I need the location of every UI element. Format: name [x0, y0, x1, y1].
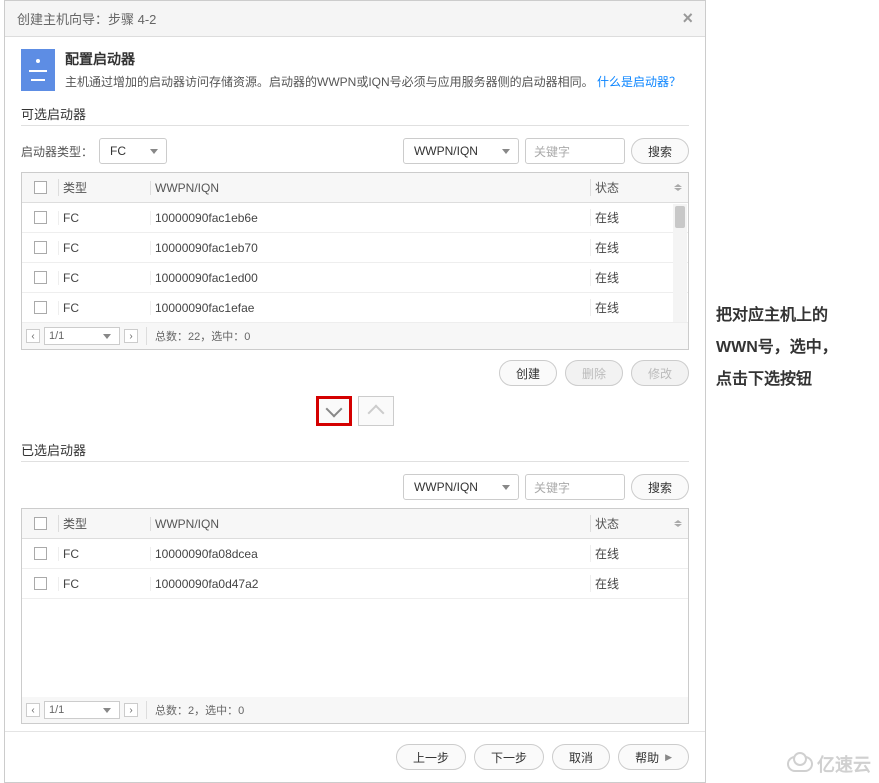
page-next-button[interactable]: › [124, 703, 138, 717]
selected-summary: 总数：2，选中：0 [155, 702, 244, 718]
move-up-button[interactable] [358, 396, 394, 426]
modify-button[interactable]: 修改 [631, 360, 689, 386]
row-checkbox[interactable] [34, 547, 47, 560]
available-actions: 创建 删除 修改 [5, 350, 705, 392]
selected-section-title: 已选启动器 [5, 436, 705, 461]
cloud-icon [787, 756, 813, 772]
chevron-down-icon [103, 708, 111, 713]
available-pager: ‹ 1/1 › 总数：22，选中：0 [22, 323, 688, 349]
col-type[interactable]: 类型 [58, 515, 150, 532]
page-select[interactable]: 1/1 [44, 701, 120, 719]
chevron-down-icon [502, 149, 510, 154]
title-bar: 创建主机向导：步骤 4-2 × [5, 1, 705, 37]
close-icon[interactable]: × [682, 8, 693, 29]
page-prev-button[interactable]: ‹ [26, 703, 40, 717]
prev-step-button[interactable]: 上一步 [396, 744, 466, 770]
next-step-button[interactable]: 下一步 [474, 744, 544, 770]
available-search-button[interactable]: 搜索 [631, 138, 689, 164]
info-bar: 配置启动器 主机通过增加的启动器访问存储资源。启动器的WWPN或IQN号必须与应… [5, 37, 705, 100]
available-toolbar: 启动器类型： FC WWPN/IQN 关键字 搜索 [5, 134, 705, 172]
col-status[interactable]: 状态 [590, 515, 670, 532]
row-checkbox[interactable] [34, 271, 47, 284]
chevron-down-icon [150, 149, 158, 154]
select-all-checkbox[interactable] [34, 181, 47, 194]
page-next-button[interactable]: › [124, 329, 138, 343]
table-header: 类型 WWPN/IQN 状态 [22, 509, 688, 539]
row-checkbox[interactable] [34, 577, 47, 590]
table-row[interactable]: FC 10000090fa0d47a2 在线 [22, 569, 688, 599]
row-checkbox[interactable] [34, 301, 47, 314]
page-prev-button[interactable]: ‹ [26, 329, 40, 343]
initiator-icon [21, 49, 55, 91]
col-status[interactable]: 状态 [590, 179, 670, 196]
selected-pager: ‹ 1/1 › 总数：2，选中：0 [22, 697, 688, 723]
col-type[interactable]: 类型 [58, 179, 150, 196]
info-body: 主机通过增加的启动器访问存储资源。启动器的WWPN或IQN号必须与应用服务器侧的… [65, 73, 681, 92]
available-section-title: 可选启动器 [5, 100, 705, 125]
selected-table: 类型 WWPN/IQN 状态 FC 10000090fa08dcea 在线 FC… [21, 508, 689, 724]
chevron-down-icon [103, 334, 111, 339]
selected-search-field-select[interactable]: WWPN/IQN [403, 474, 519, 500]
chevron-up-icon [368, 405, 385, 422]
initiator-type-label: 启动器类型： [21, 143, 93, 160]
selected-search-input[interactable]: 关键字 [525, 474, 625, 500]
selected-table-body: FC 10000090fa08dcea 在线 FC 10000090fa0d47… [22, 539, 688, 697]
move-buttons [5, 392, 705, 436]
available-search-input[interactable]: 关键字 [525, 138, 625, 164]
chevron-down-icon [502, 485, 510, 490]
available-summary: 总数：22，选中：0 [155, 328, 250, 344]
table-row[interactable]: FC 10000090fa08dcea 在线 [22, 539, 688, 569]
select-all-checkbox[interactable] [34, 517, 47, 530]
help-button[interactable]: 帮助 ▶ [618, 744, 689, 770]
available-search-field-select[interactable]: WWPN/IQN [403, 138, 519, 164]
row-checkbox[interactable] [34, 211, 47, 224]
chevron-right-icon: ▶ [665, 752, 672, 763]
watermark: 亿速云 [787, 751, 871, 777]
cancel-button[interactable]: 取消 [552, 744, 610, 770]
sort-icon[interactable] [674, 184, 684, 192]
delete-button[interactable]: 删除 [565, 360, 623, 386]
sort-icon[interactable] [674, 520, 684, 528]
scrollbar[interactable] [673, 204, 687, 322]
dialog-footer: 上一步 下一步 取消 帮助 ▶ [5, 731, 705, 782]
table-row[interactable]: FC 10000090fac1eb70 在线 [22, 233, 688, 263]
col-wwpn[interactable]: WWPN/IQN [150, 181, 590, 195]
table-row[interactable]: FC 10000090fac1eb6e 在线 [22, 203, 688, 233]
page-select[interactable]: 1/1 [44, 327, 120, 345]
move-down-button[interactable] [316, 396, 352, 426]
table-row[interactable]: FC 10000090fac1ed00 在线 [22, 263, 688, 293]
what-is-initiator-link[interactable]: 什么是启动器？ [597, 75, 681, 89]
row-checkbox[interactable] [34, 241, 47, 254]
selected-toolbar: WWPN/IQN 关键字 搜索 [5, 470, 705, 508]
selected-search-button[interactable]: 搜索 [631, 474, 689, 500]
annotation-text: 把对应主机上的 WWN号，选中， 点击下选按钮 [716, 300, 876, 396]
create-button[interactable]: 创建 [499, 360, 557, 386]
wizard-dialog: 创建主机向导：步骤 4-2 × 配置启动器 主机通过增加的启动器访问存储资源。启… [4, 0, 706, 783]
available-table: 类型 WWPN/IQN 状态 FC 10000090fac1eb6e 在线 FC… [21, 172, 689, 350]
dialog-title: 创建主机向导：步骤 4-2 [17, 9, 682, 28]
col-wwpn[interactable]: WWPN/IQN [150, 517, 590, 531]
initiator-type-select[interactable]: FC [99, 138, 167, 164]
table-header: 类型 WWPN/IQN 状态 [22, 173, 688, 203]
table-row[interactable]: FC 10000090fac1efae 在线 [22, 293, 688, 323]
info-heading: 配置启动器 [65, 49, 681, 69]
available-table-body: FC 10000090fac1eb6e 在线 FC 10000090fac1eb… [22, 203, 688, 323]
chevron-down-icon [326, 401, 343, 418]
